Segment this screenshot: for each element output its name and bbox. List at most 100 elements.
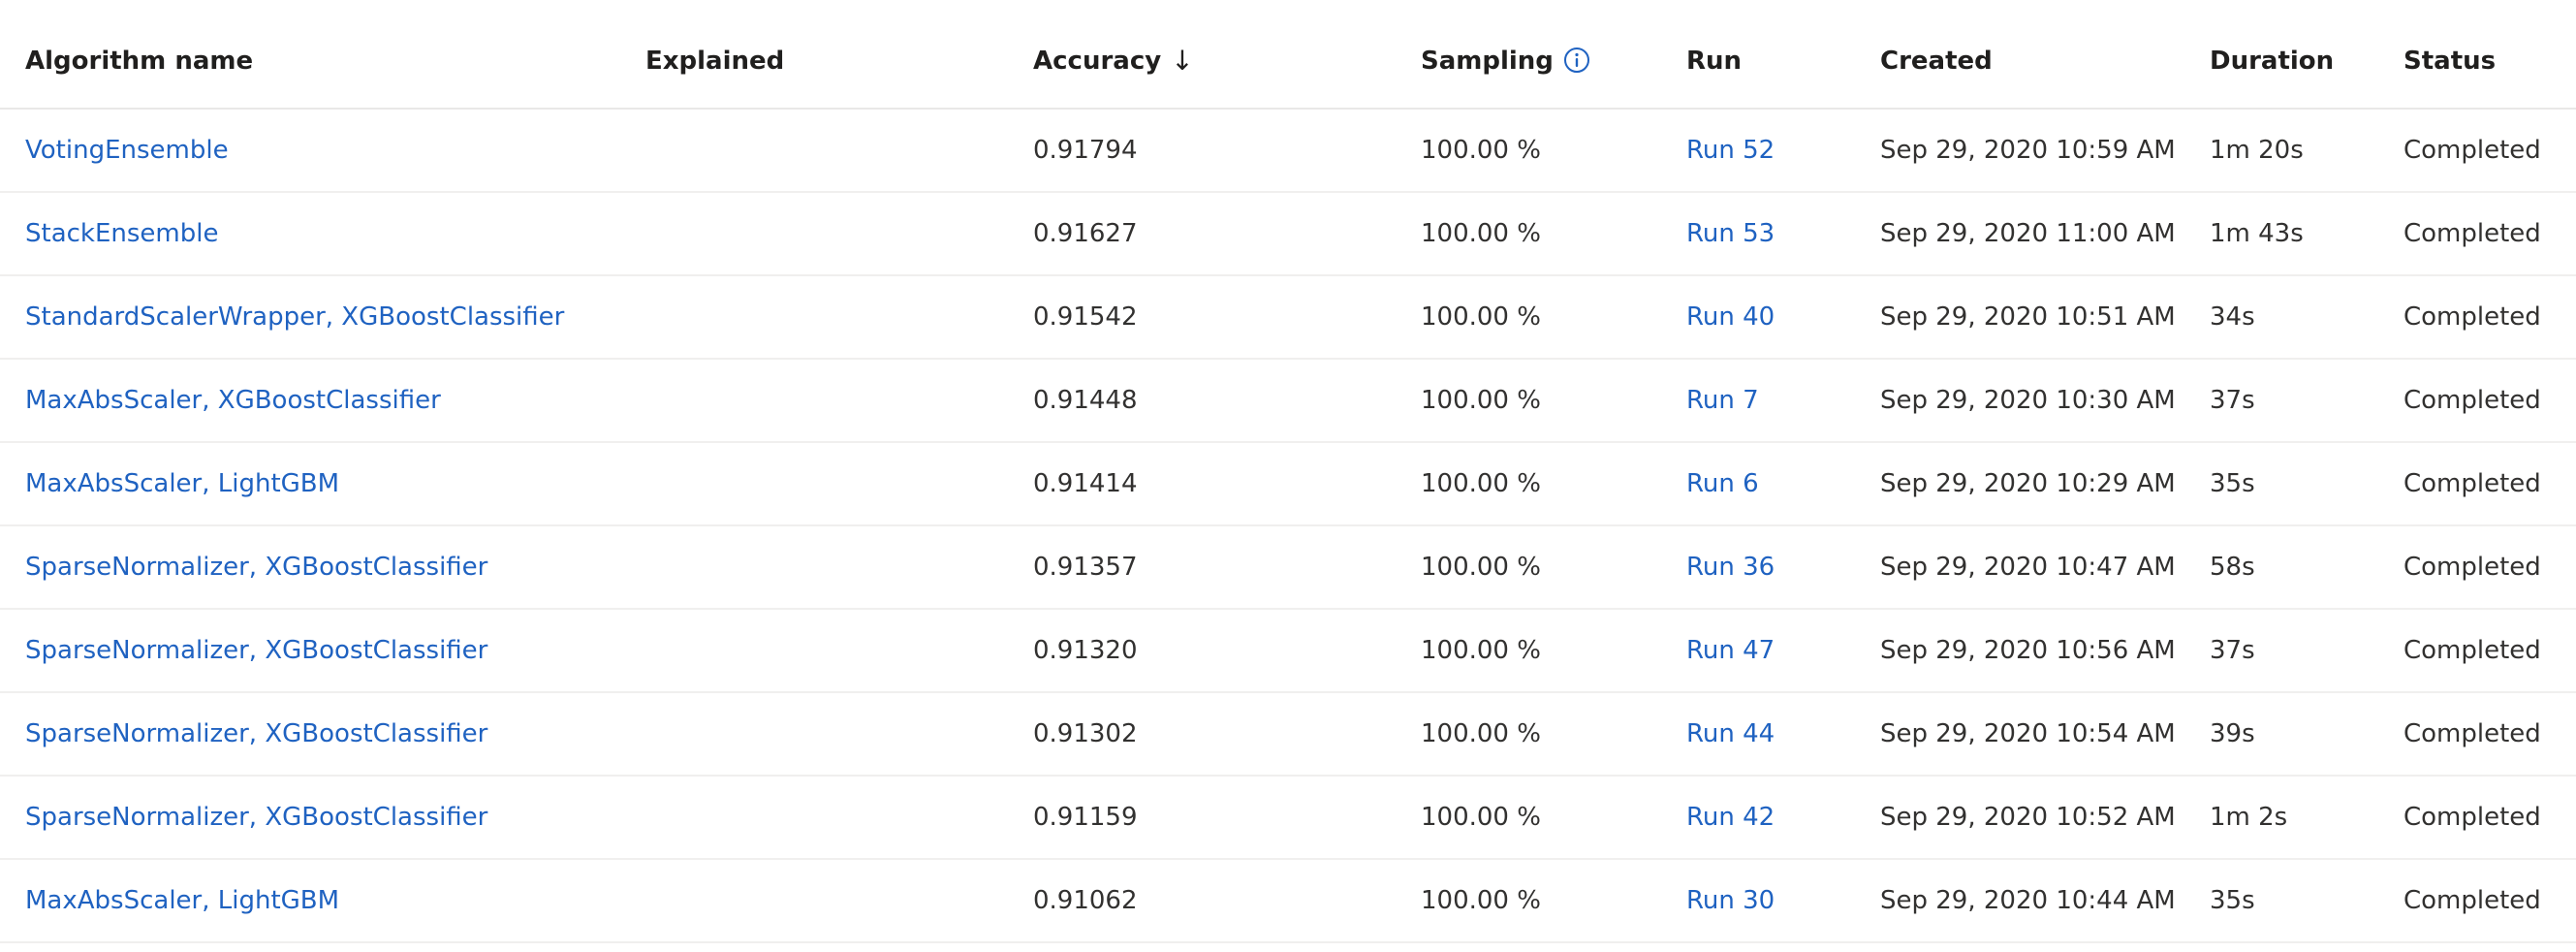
column-header-duration[interactable]: Duration [2184, 0, 2378, 109]
table-row[interactable]: MaxAbsScaler, LightGBM 0.91414 100.00 % … [0, 442, 2576, 525]
duration-cell: 37s [2210, 386, 2255, 415]
created-cell: Sep 29, 2020 10:52 AM [1880, 803, 2176, 832]
algorithm-cell: StackEnsemble [0, 192, 620, 275]
models-table: Algorithm name Explained Accuracy ↓ Sampl… [0, 0, 2576, 943]
column-header-status-label: Status [2403, 46, 2497, 76]
run-cell: Run 40 [1661, 275, 1855, 359]
column-header-accuracy[interactable]: Accuracy ↓ [1008, 0, 1396, 109]
duration-cell: 35s [2210, 886, 2255, 915]
algorithm-link[interactable]: StandardScalerWrapper, XGBoostClassifier [25, 302, 564, 332]
algorithm-link[interactable]: VotingEnsemble [25, 136, 229, 165]
accuracy-cell: 0.91542 [1033, 302, 1138, 332]
duration-cell: 35s [2210, 469, 2255, 498]
run-link[interactable]: Run 52 [1686, 136, 1775, 165]
table-body: VotingEnsemble 0.91794 100.00 % Run 52 S… [0, 109, 2576, 942]
accuracy-cell: 0.91414 [1033, 469, 1138, 498]
table-row[interactable]: StandardScalerWrapper, XGBoostClassifier… [0, 275, 2576, 359]
run-link[interactable]: Run 40 [1686, 302, 1775, 332]
run-link[interactable]: Run 42 [1686, 803, 1775, 832]
status-cell: Completed [2403, 219, 2541, 248]
algorithm-link[interactable]: MaxAbsScaler, LightGBM [25, 469, 339, 498]
sampling-cell: 100.00 % [1421, 803, 1541, 832]
sampling-cell: 100.00 % [1421, 302, 1541, 332]
algorithm-link[interactable]: StackEnsemble [25, 219, 218, 248]
table-row[interactable]: MaxAbsScaler, LightGBM 0.91062 100.00 % … [0, 859, 2576, 942]
algorithm-cell: SparseNormalizer, XGBoostClassifier [0, 609, 620, 692]
duration-cell: 39s [2210, 719, 2255, 748]
algorithm-link[interactable]: SparseNormalizer, XGBoostClassifier [25, 553, 487, 582]
table-row[interactable]: SparseNormalizer, XGBoostClassifier 0.91… [0, 692, 2576, 776]
explained-cell [620, 859, 1008, 942]
explained-cell [620, 192, 1008, 275]
run-link[interactable]: Run 6 [1686, 469, 1759, 498]
run-cell: Run 52 [1661, 109, 1855, 192]
algorithm-link[interactable]: SparseNormalizer, XGBoostClassifier [25, 719, 487, 748]
status-cell: Completed [2403, 886, 2541, 915]
column-header-explained[interactable]: Explained [620, 0, 1008, 109]
column-header-created-label: Created [1880, 46, 1993, 76]
run-link[interactable]: Run 30 [1686, 886, 1775, 915]
table-row[interactable]: SparseNormalizer, XGBoostClassifier 0.91… [0, 609, 2576, 692]
explained-cell [620, 442, 1008, 525]
run-link[interactable]: Run 47 [1686, 636, 1775, 665]
created-cell: Sep 29, 2020 10:47 AM [1880, 553, 2176, 582]
column-header-algorithm-label: Algorithm name [25, 46, 254, 76]
algorithm-cell: MaxAbsScaler, XGBoostClassifier [0, 359, 620, 442]
column-header-sampling[interactable]: Sampling [1396, 0, 1661, 109]
algorithm-cell: SparseNormalizer, XGBoostClassifier [0, 525, 620, 609]
run-link[interactable]: Run 44 [1686, 719, 1775, 748]
algorithm-cell: MaxAbsScaler, LightGBM [0, 442, 620, 525]
created-cell: Sep 29, 2020 10:44 AM [1880, 886, 2176, 915]
table-header: Algorithm name Explained Accuracy ↓ Sampl… [0, 0, 2576, 109]
status-cell: Completed [2403, 553, 2541, 582]
duration-cell: 1m 43s [2210, 219, 2304, 248]
sampling-cell: 100.00 % [1421, 469, 1541, 498]
explained-cell [620, 692, 1008, 776]
created-cell: Sep 29, 2020 11:00 AM [1880, 219, 2176, 248]
header-row: Algorithm name Explained Accuracy ↓ Sampl… [0, 0, 2576, 109]
created-cell: Sep 29, 2020 10:29 AM [1880, 469, 2176, 498]
status-cell: Completed [2403, 719, 2541, 748]
run-link[interactable]: Run 36 [1686, 553, 1775, 582]
accuracy-cell: 0.91448 [1033, 386, 1138, 415]
info-icon[interactable] [1563, 47, 1590, 74]
run-cell: Run 7 [1661, 359, 1855, 442]
run-cell: Run 36 [1661, 525, 1855, 609]
column-header-explained-label: Explained [645, 46, 785, 76]
algorithm-cell: SparseNormalizer, XGBoostClassifier [0, 692, 620, 776]
column-header-created[interactable]: Created [1855, 0, 2184, 109]
sampling-cell: 100.00 % [1421, 886, 1541, 915]
status-cell: Completed [2403, 136, 2541, 165]
accuracy-cell: 0.91357 [1033, 553, 1138, 582]
sampling-cell: 100.00 % [1421, 136, 1541, 165]
column-header-run-label: Run [1686, 46, 1743, 76]
accuracy-cell: 0.91627 [1033, 219, 1138, 248]
run-cell: Run 30 [1661, 859, 1855, 942]
algorithm-link[interactable]: MaxAbsScaler, XGBoostClassifier [25, 386, 441, 415]
run-link[interactable]: Run 7 [1686, 386, 1759, 415]
created-cell: Sep 29, 2020 10:56 AM [1880, 636, 2176, 665]
column-header-sampling-label: Sampling [1421, 46, 1554, 76]
explained-cell [620, 776, 1008, 859]
status-cell: Completed [2403, 636, 2541, 665]
table-row[interactable]: VotingEnsemble 0.91794 100.00 % Run 52 S… [0, 109, 2576, 192]
status-cell: Completed [2403, 469, 2541, 498]
table-row[interactable]: MaxAbsScaler, XGBoostClassifier 0.91448 … [0, 359, 2576, 442]
run-cell: Run 42 [1661, 776, 1855, 859]
column-header-algorithm[interactable]: Algorithm name [0, 0, 620, 109]
algorithm-link[interactable]: MaxAbsScaler, LightGBM [25, 886, 339, 915]
algorithm-link[interactable]: SparseNormalizer, XGBoostClassifier [25, 636, 487, 665]
duration-cell: 34s [2210, 302, 2255, 332]
table-row[interactable]: SparseNormalizer, XGBoostClassifier 0.91… [0, 776, 2576, 859]
table-row[interactable]: StackEnsemble 0.91627 100.00 % Run 53 Se… [0, 192, 2576, 275]
table-row[interactable]: SparseNormalizer, XGBoostClassifier 0.91… [0, 525, 2576, 609]
arrow-down-icon: ↓ [1171, 45, 1194, 77]
run-cell: Run 47 [1661, 609, 1855, 692]
algorithm-cell: SparseNormalizer, XGBoostClassifier [0, 776, 620, 859]
algorithm-link[interactable]: SparseNormalizer, XGBoostClassifier [25, 803, 487, 832]
column-header-run[interactable]: Run [1661, 0, 1855, 109]
run-link[interactable]: Run 53 [1686, 219, 1775, 248]
explained-cell [620, 359, 1008, 442]
created-cell: Sep 29, 2020 10:54 AM [1880, 719, 2176, 748]
column-header-status[interactable]: Status [2378, 0, 2576, 109]
